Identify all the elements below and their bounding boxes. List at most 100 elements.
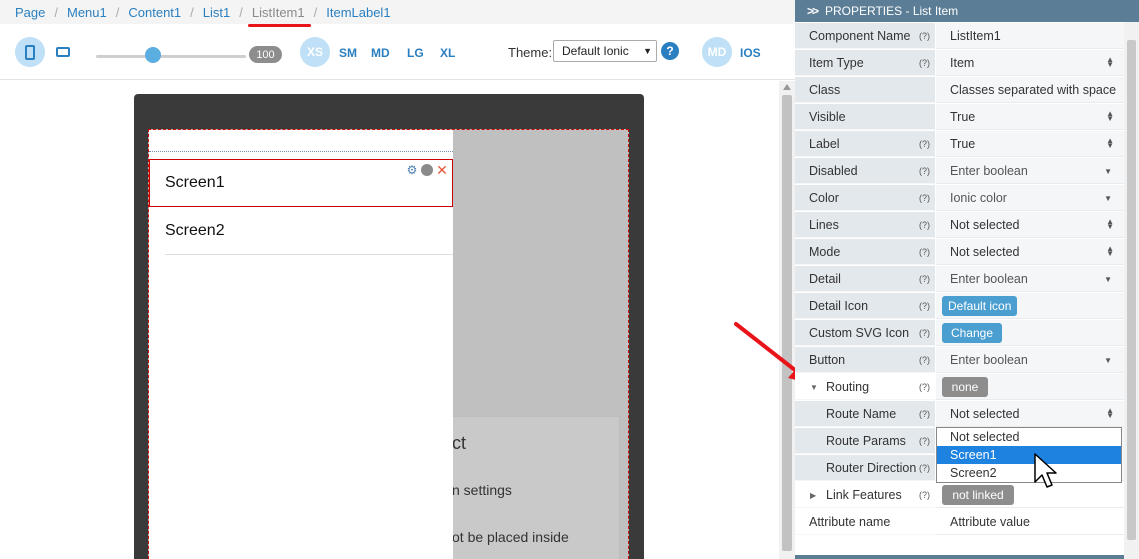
menu-header-divider	[149, 151, 453, 152]
help-marker[interactable]: (?)	[919, 409, 930, 419]
help-marker[interactable]: (?)	[919, 382, 930, 392]
theme-label: Theme:	[508, 45, 553, 60]
dropdown-option-screen1[interactable]: Screen1	[937, 446, 1121, 464]
help-marker[interactable]: (?)	[919, 274, 930, 284]
help-marker[interactable]: (?)	[919, 58, 930, 68]
updown-icon: ▲ ▼	[1106, 217, 1114, 231]
help-icon[interactable]: ?	[661, 42, 679, 60]
attribute-name-input[interactable]: Attribute name	[795, 509, 935, 535]
prop-value: Not selected	[950, 244, 1020, 259]
prop-value-combo[interactable]: Enter boolean ▼	[936, 347, 1124, 373]
close-icon[interactable]: ✕	[436, 163, 448, 177]
phone-view-button[interactable]	[15, 37, 45, 67]
prop-row-item-type: Item Type (?) Item ▲ ▼	[795, 50, 1124, 77]
theme-select[interactable]: Default Ionic ▼	[553, 40, 657, 62]
zoom-slider-track[interactable]	[96, 55, 246, 58]
expanded-caret-icon[interactable]: ▼	[810, 383, 818, 392]
breadcrumb-list1[interactable]: List1	[203, 5, 230, 20]
gear-icon[interactable]: ⚙	[406, 164, 418, 176]
chevron-down-icon[interactable]: ▼	[1104, 275, 1112, 284]
designer-area: Page / Menu1 / Content1 / List1 / ListIt…	[0, 0, 812, 559]
prop-value: True	[950, 136, 976, 151]
help-marker[interactable]: (?)	[919, 166, 930, 176]
route-name-select[interactable]: Not selected ▲ ▼	[936, 401, 1124, 427]
mode-ios-button[interactable]: IOS	[740, 46, 761, 60]
breadcrumb-listitem1[interactable]: ListItem1	[247, 5, 311, 27]
prop-value-select[interactable]: Item ▲ ▼	[936, 50, 1124, 76]
dropdown-option-not-selected[interactable]: Not selected	[937, 428, 1121, 446]
prop-value-select[interactable]: Not selected ▲ ▼	[936, 239, 1124, 265]
collapsed-caret-icon[interactable]: ▶	[810, 491, 816, 500]
list-item-label[interactable]: Screen1	[165, 174, 225, 192]
breakpoint-sm-button[interactable]: SM	[339, 46, 357, 60]
prop-value-input[interactable]: Classes separated with space	[936, 77, 1124, 103]
breadcrumb-content1[interactable]: Content1	[128, 5, 181, 20]
breadcrumb-page[interactable]: Page	[15, 5, 45, 20]
prop-row-component-name: Component Name (?) ListItem1	[795, 23, 1124, 50]
mode-md-button[interactable]: MD	[702, 37, 732, 67]
chevron-down-icon[interactable]: ▼	[1104, 356, 1112, 365]
change-svg-button[interactable]: Change	[942, 322, 1002, 343]
help-marker[interactable]: (?)	[919, 328, 930, 338]
breadcrumb: Page / Menu1 / Content1 / List1 / ListIt…	[0, 0, 795, 27]
zoom-slider-handle[interactable]	[145, 47, 161, 63]
help-marker[interactable]: (?)	[919, 193, 930, 203]
dropdown-option-screen2[interactable]: Screen2	[937, 464, 1121, 482]
app-window: Page / Menu1 / Content1 / List1 / ListIt…	[0, 0, 1139, 559]
tablet-view-button[interactable]	[50, 39, 76, 65]
panel-scrollbar-thumb[interactable]	[1127, 40, 1136, 540]
breakpoint-md-button[interactable]: MD	[371, 46, 390, 60]
background-text: n settings	[452, 482, 512, 498]
prop-row-class: Class Classes separated with space	[795, 77, 1124, 104]
prop-value-combo[interactable]: Ionic color ▼	[936, 185, 1124, 211]
visibility-icon[interactable]	[421, 164, 433, 176]
scroll-up-icon[interactable]	[783, 84, 791, 90]
panel-header: >> PROPERTIES - List Item	[795, 0, 1139, 22]
breakpoint-xs-button[interactable]: XS	[300, 37, 330, 67]
breadcrumb-menu1[interactable]: Menu1	[67, 5, 107, 20]
help-marker[interactable]: (?)	[919, 31, 930, 41]
collapse-panel-icon[interactable]: >>	[807, 4, 819, 18]
routing-none-badge[interactable]: none	[942, 376, 988, 397]
breakpoint-xl-button[interactable]: XL	[440, 46, 455, 60]
prop-value: Item	[950, 55, 975, 70]
list-item-label[interactable]: Screen2	[165, 222, 225, 240]
prop-row-disabled: Disabled (?) Enter boolean ▼	[795, 158, 1124, 185]
help-marker[interactable]: (?)	[919, 247, 930, 257]
panel-scrollbar[interactable]	[1124, 22, 1139, 559]
help-marker[interactable]: (?)	[919, 463, 930, 473]
route-name-dropdown: Not selected Screen1 Screen2	[936, 427, 1122, 483]
attribute-value-input[interactable]: Attribute value	[936, 509, 1124, 535]
chevron-down-icon[interactable]: ▼	[1104, 167, 1112, 176]
help-marker[interactable]: (?)	[919, 490, 930, 500]
prop-name: Detail	[795, 266, 935, 292]
default-icon-button[interactable]: Default icon	[942, 295, 1018, 316]
help-marker[interactable]: (?)	[919, 139, 930, 149]
prop-name: Visible	[795, 104, 935, 130]
help-marker[interactable]: (?)	[919, 301, 930, 311]
prop-value: Ionic color	[950, 190, 1007, 205]
prop-row-color: Color (?) Ionic color ▼	[795, 185, 1124, 212]
prop-value-select[interactable]: Not selected ▲ ▼	[936, 212, 1124, 238]
help-marker[interactable]: (?)	[919, 355, 930, 365]
breadcrumb-itemlabel1[interactable]: ItemLabel1	[326, 5, 390, 20]
not-linked-badge[interactable]: not linked	[942, 484, 1014, 505]
prop-name: Route Params	[795, 428, 935, 454]
prop-name: Custom SVG Icon	[795, 320, 935, 346]
prop-value-combo[interactable]: Enter boolean ▼	[936, 158, 1124, 184]
prop-name: Button	[795, 347, 935, 373]
prop-value-input[interactable]: ListItem1	[936, 23, 1124, 49]
help-marker[interactable]: (?)	[919, 220, 930, 230]
updown-icon: ▲ ▼	[1106, 136, 1114, 150]
help-marker[interactable]: (?)	[919, 436, 930, 446]
prop-name: Disabled	[795, 158, 935, 184]
prop-value-cell: Change	[936, 320, 1124, 346]
breadcrumb-separator: /	[313, 4, 318, 20]
chevron-down-icon[interactable]: ▼	[1104, 194, 1112, 203]
prop-value-select[interactable]: True ▲ ▼	[936, 104, 1124, 130]
prop-value-select[interactable]: True ▲ ▼	[936, 131, 1124, 157]
prop-name: Color	[795, 185, 935, 211]
prop-value-combo[interactable]: Enter boolean ▼	[936, 266, 1124, 292]
breakpoint-lg-button[interactable]: LG	[407, 46, 424, 60]
prop-name: Component Name	[795, 23, 935, 49]
